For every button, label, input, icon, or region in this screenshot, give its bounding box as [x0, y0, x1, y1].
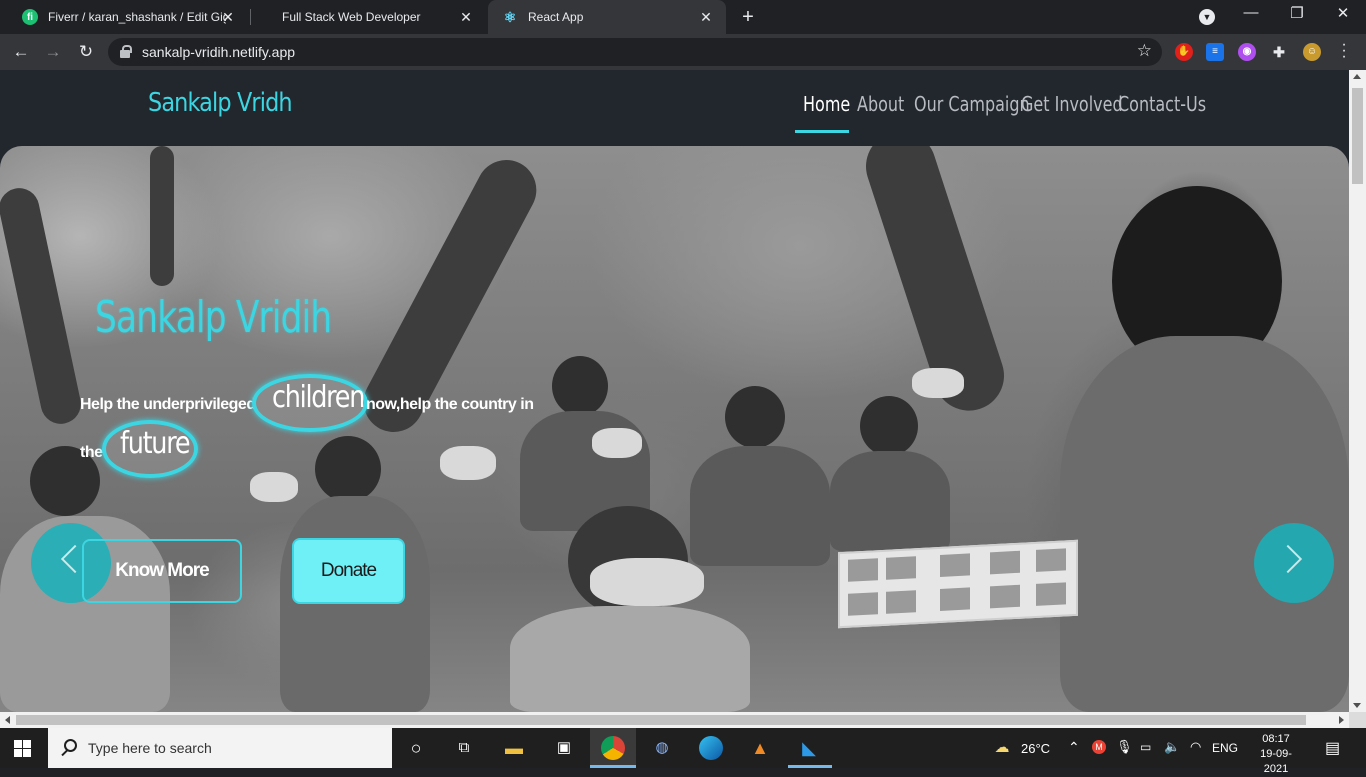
scroll-down-arrow-icon[interactable]	[1353, 703, 1361, 708]
microsoft-store-icon[interactable]: ▣	[552, 736, 576, 760]
bookmark-star-icon[interactable]: ☆	[1137, 41, 1152, 61]
puzzle-extensions-icon[interactable]: ✚	[1270, 43, 1288, 61]
vscode-icon[interactable]: ◣	[797, 736, 821, 760]
new-tab-plus-icon[interactable]: +	[738, 6, 758, 29]
nav-get-involved[interactable]: Get Involved	[1021, 92, 1123, 116]
nav-our-campaign[interactable]: Our Campaign	[914, 92, 1030, 116]
more-menu-icon[interactable]: · · ·	[1339, 37, 1349, 65]
scroll-right-arrow-icon[interactable]	[1339, 716, 1344, 724]
nav-home[interactable]: Home	[803, 92, 850, 116]
clock-date: 19-09-2021	[1260, 748, 1292, 775]
tab-fiverr[interactable]: fi Fiverr / karan_shashank / Edit Gig ✕	[8, 0, 248, 34]
taskbar-search-placeholder: Type here to search	[88, 740, 212, 756]
tab-full-stack[interactable]: Full Stack Web Developer ✕	[268, 0, 486, 34]
windows-taskbar: Type here to search ○ ⧉ ▬ ▣ ◍ ▲ ◣ ☁ 26°C…	[0, 728, 1366, 775]
fiverr-icon: fi	[22, 9, 38, 25]
lock-icon	[120, 45, 132, 58]
cortana-icon[interactable]: ○	[404, 736, 428, 760]
hero-tagline-part2: now,help the country in	[366, 396, 534, 413]
page-viewport: Sankalp Vridh Home About Our Campaign Ge…	[0, 70, 1349, 712]
task-view-icon[interactable]: ⧉	[452, 736, 476, 760]
carousel-next-button[interactable]	[1254, 523, 1334, 603]
vertical-scroll-thumb[interactable]	[1352, 88, 1363, 184]
weather-cloud-sun-icon[interactable]: ☁	[990, 736, 1014, 760]
chevron-right-icon	[1273, 544, 1303, 574]
site-navbar: Sankalp Vridh Home About Our Campaign Ge…	[0, 70, 1349, 146]
tab-react-app[interactable]: ⚛ React App ✕	[488, 0, 726, 34]
horizontal-scroll-thumb[interactable]	[16, 715, 1306, 725]
edge-icon[interactable]	[699, 736, 723, 760]
browser-tab-strip: fi Fiverr / karan_shashank / Edit Gig ✕ …	[0, 0, 1366, 34]
language-indicator[interactable]: ENG	[1212, 741, 1238, 755]
reload-icon[interactable]: ↻	[75, 41, 97, 63]
hero-tagline-part1: Help the underprivileged	[80, 396, 256, 413]
clock-time: 08:17	[1262, 733, 1290, 745]
vlc-icon[interactable]: ▲	[748, 736, 772, 760]
forward-arrow-icon[interactable]: →	[42, 41, 64, 63]
hero-word-children: children	[272, 380, 365, 415]
minimize-icon[interactable]: —	[1236, 4, 1266, 21]
tab-title: Full Stack Web Developer	[282, 10, 421, 24]
back-arrow-icon[interactable]: ←	[10, 41, 32, 63]
search-icon	[64, 739, 77, 752]
microphone-icon[interactable]: 🎙	[1116, 739, 1133, 755]
tab-title: Fiverr / karan_shashank / Edit Gig	[48, 10, 226, 24]
chrome-icon[interactable]	[601, 736, 625, 760]
horizontal-scrollbar[interactable]	[0, 712, 1349, 728]
close-icon[interactable]: ✕	[458, 9, 474, 26]
system-clock[interactable]: 08:17 19-09-2021	[1248, 732, 1304, 777]
nav-contact-us[interactable]: Contact-Us	[1118, 92, 1206, 116]
react-icon: ⚛	[503, 8, 517, 25]
profile-avatar-icon[interactable]: ☺	[1303, 43, 1321, 61]
extension-icon[interactable]: ≡	[1206, 43, 1224, 61]
taskbar-search-box[interactable]: Type here to search	[48, 728, 392, 768]
notification-center-icon[interactable]: ▤	[1325, 738, 1340, 758]
file-explorer-icon[interactable]: ▬	[502, 736, 526, 760]
browser-toolbar: ← → ↻ sankalp-vridih.netlify.app ☆ ✋ ≡ ◉…	[0, 34, 1366, 70]
address-bar[interactable]: sankalp-vridih.netlify.app ☆	[108, 38, 1162, 66]
adblock-extension-icon[interactable]: ✋	[1175, 43, 1193, 61]
wifi-icon[interactable]: ◠	[1190, 739, 1201, 755]
weather-temperature[interactable]: 26°C	[1021, 741, 1050, 756]
windows-start-icon[interactable]	[14, 740, 31, 757]
window-close-icon[interactable]: ✕	[1328, 4, 1358, 22]
tab-title: React App	[528, 10, 584, 24]
hero-carousel: Sankalp Vridih Help the underprivileged …	[0, 146, 1349, 712]
tab-divider	[250, 9, 251, 25]
close-icon[interactable]: ✕	[220, 9, 236, 26]
scrollbar-corner	[1349, 712, 1366, 728]
hero-word-future: future	[120, 426, 191, 461]
picture-book	[838, 539, 1078, 629]
battery-icon[interactable]: ▭	[1140, 740, 1151, 754]
active-nav-underline	[795, 130, 849, 133]
extension-icon[interactable]: ◉	[1238, 43, 1256, 61]
tab-search-chevron-icon[interactable]: ▼	[1199, 9, 1215, 25]
know-more-button[interactable]: Know More	[82, 539, 242, 603]
browser-app-icon[interactable]: ◍	[650, 736, 674, 760]
vertical-scrollbar[interactable]	[1349, 70, 1366, 712]
hero-title: Sankalp Vridih	[95, 292, 332, 343]
gmail-tray-icon[interactable]: M	[1092, 740, 1106, 754]
scroll-up-arrow-icon[interactable]	[1353, 74, 1361, 79]
nav-about[interactable]: About	[857, 92, 904, 116]
hero-tagline-part3: the	[80, 444, 103, 461]
donate-button[interactable]: Donate	[292, 538, 405, 604]
tray-chevron-up-icon[interactable]: ⌃	[1068, 739, 1080, 756]
scroll-left-arrow-icon[interactable]	[5, 716, 10, 724]
site-brand[interactable]: Sankalp Vridh	[148, 88, 293, 118]
url-text: sankalp-vridih.netlify.app	[142, 44, 296, 60]
volume-icon[interactable]: 🔈	[1164, 739, 1180, 755]
restore-icon[interactable]: ❐	[1282, 4, 1312, 22]
close-icon[interactable]: ✕	[698, 9, 714, 26]
